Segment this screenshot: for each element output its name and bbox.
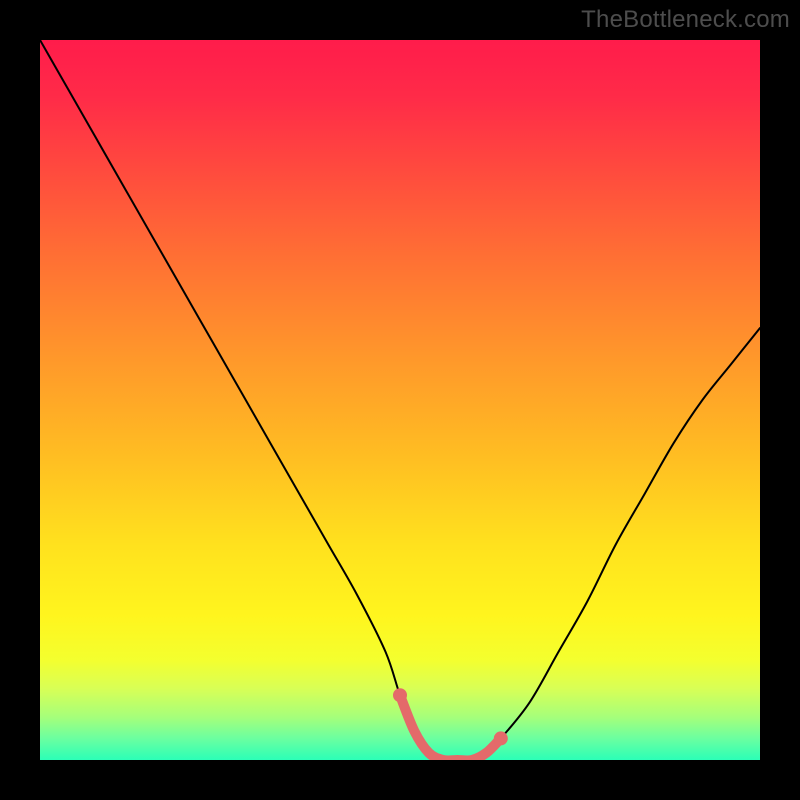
optimal-zone-curve <box>400 695 501 760</box>
optimal-zone-endpoint <box>393 688 407 702</box>
chart-frame: TheBottleneck.com <box>0 0 800 800</box>
plot-area <box>40 40 760 760</box>
bottleneck-curve <box>40 40 760 760</box>
watermark-text: TheBottleneck.com <box>581 6 790 34</box>
optimal-zone-endpoint <box>494 731 508 745</box>
curve-layer <box>40 40 760 760</box>
